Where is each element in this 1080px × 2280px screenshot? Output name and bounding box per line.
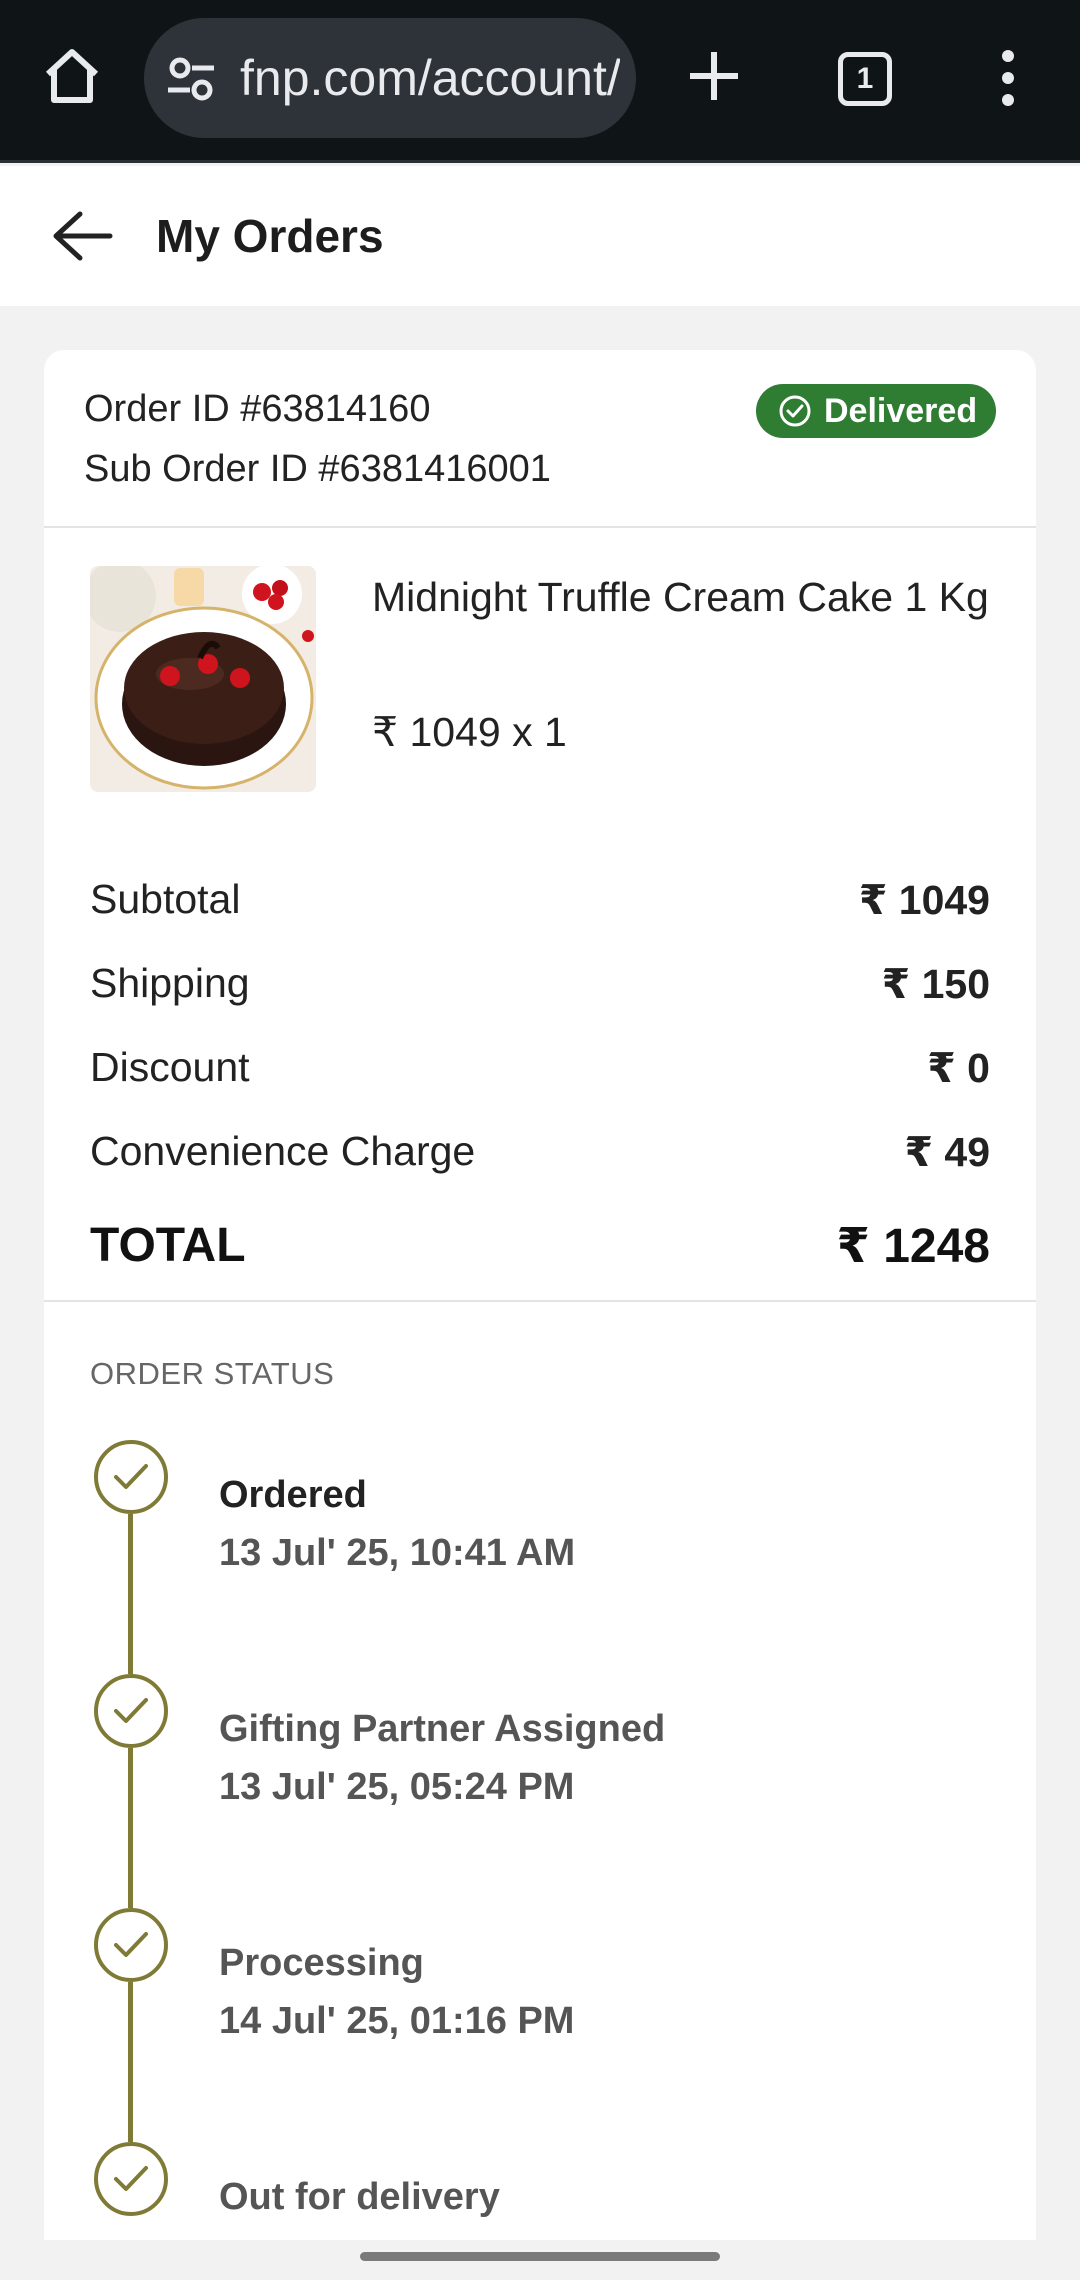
timeline-step-label: Ordered: [219, 1474, 367, 1516]
summary-label: Convenience Charge: [90, 1128, 476, 1174]
summary-row-subtotal: Subtotal ₹ 1049: [90, 876, 990, 936]
order-header: Order ID #63814160 Sub Order ID #6381416…: [44, 350, 1036, 528]
step-complete-icon: [94, 1440, 168, 1514]
timeline-step-time: 14 Jul' 25, 01:16 PM: [219, 2000, 575, 2042]
order-id: Order ID #63814160: [84, 388, 431, 430]
site-settings-icon[interactable]: [166, 54, 216, 104]
total-label: TOTAL: [90, 1219, 246, 1272]
url-text[interactable]: fnp.com/account/: [240, 18, 620, 138]
product-price: ₹ 1049 x 1: [372, 709, 567, 755]
product-name[interactable]: Midnight Truffle Cream Cake 1 Kg: [372, 566, 992, 628]
summary-row-total: TOTAL ₹ 1248: [90, 1218, 990, 1278]
browser-toolbar: fnp.com/account/ 1: [0, 0, 1080, 163]
timeline-connector: [128, 1514, 133, 1674]
tab-switcher-button[interactable]: 1: [838, 52, 892, 106]
summary-value: ₹ 0: [927, 1045, 990, 1091]
summary-label: Shipping: [90, 960, 250, 1006]
step-complete-icon: [94, 2142, 168, 2216]
order-card: Order ID #63814160 Sub Order ID #6381416…: [44, 350, 1036, 2240]
check-circle-icon: [779, 395, 811, 427]
summary-row-discount: Discount ₹ 0: [90, 1044, 990, 1104]
new-tab-icon[interactable]: [684, 46, 744, 106]
divider: [44, 1300, 1036, 1302]
summary-value: ₹ 49: [904, 1129, 990, 1175]
page-title: My Orders: [156, 210, 384, 262]
timeline-step-label: Gifting Partner Assigned: [219, 1708, 666, 1750]
timeline-connector: [128, 1748, 133, 1908]
timeline-step-label: Out for delivery: [219, 2176, 500, 2218]
sub-order-id: Sub Order ID #6381416001: [84, 448, 551, 490]
summary-row-convenience-charge: Convenience Charge ₹ 49: [90, 1128, 990, 1188]
order-status-title: ORDER STATUS: [90, 1356, 335, 1391]
timeline-step-label: Processing: [219, 1942, 424, 1984]
summary-value: ₹ 150: [881, 961, 990, 1007]
gesture-bar: [360, 2252, 720, 2261]
product-image[interactable]: [90, 566, 316, 792]
address-bar[interactable]: fnp.com/account/: [144, 18, 636, 138]
summary-row-shipping: Shipping ₹ 150: [90, 960, 990, 1020]
summary-value: ₹ 1049: [858, 877, 990, 923]
status-badge: Delivered: [756, 384, 996, 438]
home-icon[interactable]: [40, 44, 104, 108]
timeline-step-time: 13 Jul' 25, 10:41 AM: [219, 1532, 576, 1574]
back-arrow-icon[interactable]: [50, 208, 114, 264]
more-menu-icon[interactable]: [990, 48, 1026, 108]
summary-label: Discount: [90, 1044, 250, 1090]
step-complete-icon: [94, 1674, 168, 1748]
status-badge-label: Delivered: [824, 392, 978, 430]
step-complete-icon: [94, 1908, 168, 1982]
page-header: My Orders: [0, 166, 1080, 306]
summary-label: Subtotal: [90, 876, 241, 922]
timeline-connector: [128, 1982, 133, 2142]
total-value: ₹ 1248: [836, 1220, 990, 1273]
timeline-step-time: 13 Jul' 25, 05:24 PM: [219, 1766, 575, 1808]
